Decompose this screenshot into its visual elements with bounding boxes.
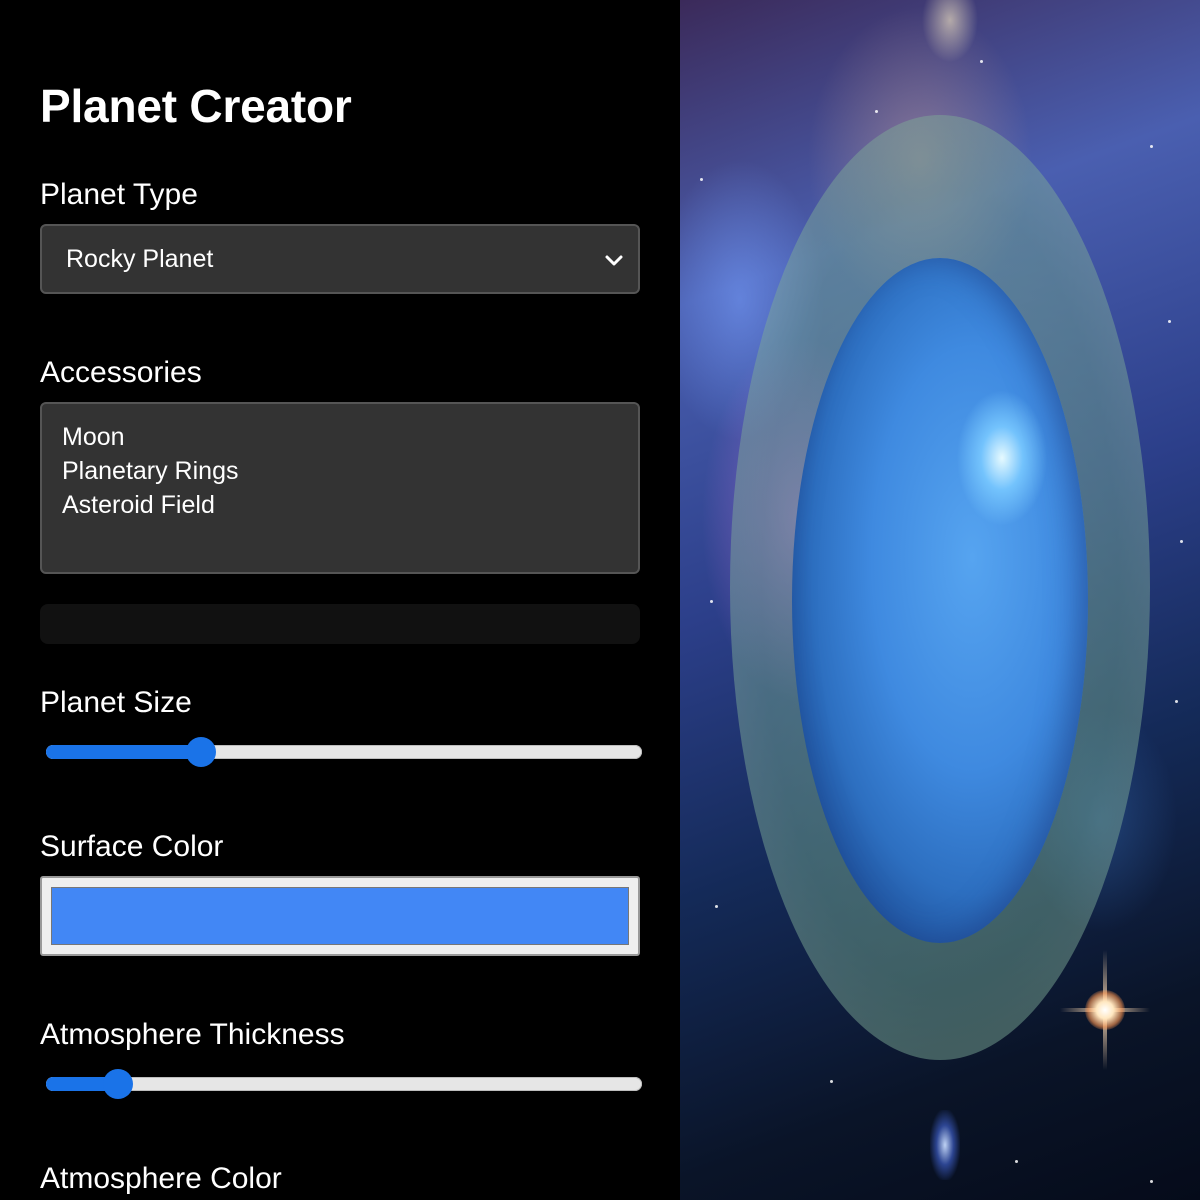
slider-thumb[interactable] xyxy=(103,1069,133,1099)
page-title: Planet Creator xyxy=(40,80,352,132)
surface-color-picker[interactable] xyxy=(40,876,640,956)
planet-type-select[interactable]: Rocky Planet xyxy=(40,224,640,294)
surface-color-label: Surface Color xyxy=(40,830,224,863)
atmosphere-color-label: Atmosphere Color xyxy=(40,1162,282,1195)
planet-type-selected-value: Rocky Planet xyxy=(66,244,214,273)
slider-track xyxy=(46,1077,642,1091)
atmosphere-thickness-slider[interactable] xyxy=(46,1068,642,1100)
progress-bar xyxy=(40,604,640,644)
accessory-option-planetary-rings[interactable]: Planetary Rings xyxy=(62,454,618,488)
planet-size-slider[interactable] xyxy=(46,736,642,768)
accessory-option-moon[interactable]: Moon xyxy=(62,420,618,454)
star-flare xyxy=(1060,950,1150,1070)
atmosphere-thickness-label: Atmosphere Thickness xyxy=(40,1018,345,1051)
slider-thumb[interactable] xyxy=(186,737,216,767)
controls-panel: Planet Creator Planet Type Rocky Planet … xyxy=(0,0,680,1200)
chevron-down-icon xyxy=(605,255,623,266)
accessory-option-asteroid-field[interactable]: Asteroid Field xyxy=(62,488,618,522)
blue-star-glow xyxy=(930,1110,960,1180)
app: Planet Creator Planet Type Rocky Planet … xyxy=(0,0,1200,1200)
planet-type-label: Planet Type xyxy=(40,178,198,211)
planet-preview-viewport[interactable] xyxy=(680,0,1200,1200)
accessories-label: Accessories xyxy=(40,356,202,389)
accessories-listbox[interactable]: Moon Planetary Rings Asteroid Field xyxy=(40,402,640,574)
planet-size-label: Planet Size xyxy=(40,686,192,719)
surface-color-swatch xyxy=(51,887,629,945)
planet-sphere xyxy=(792,258,1088,943)
slider-fill xyxy=(46,745,201,759)
